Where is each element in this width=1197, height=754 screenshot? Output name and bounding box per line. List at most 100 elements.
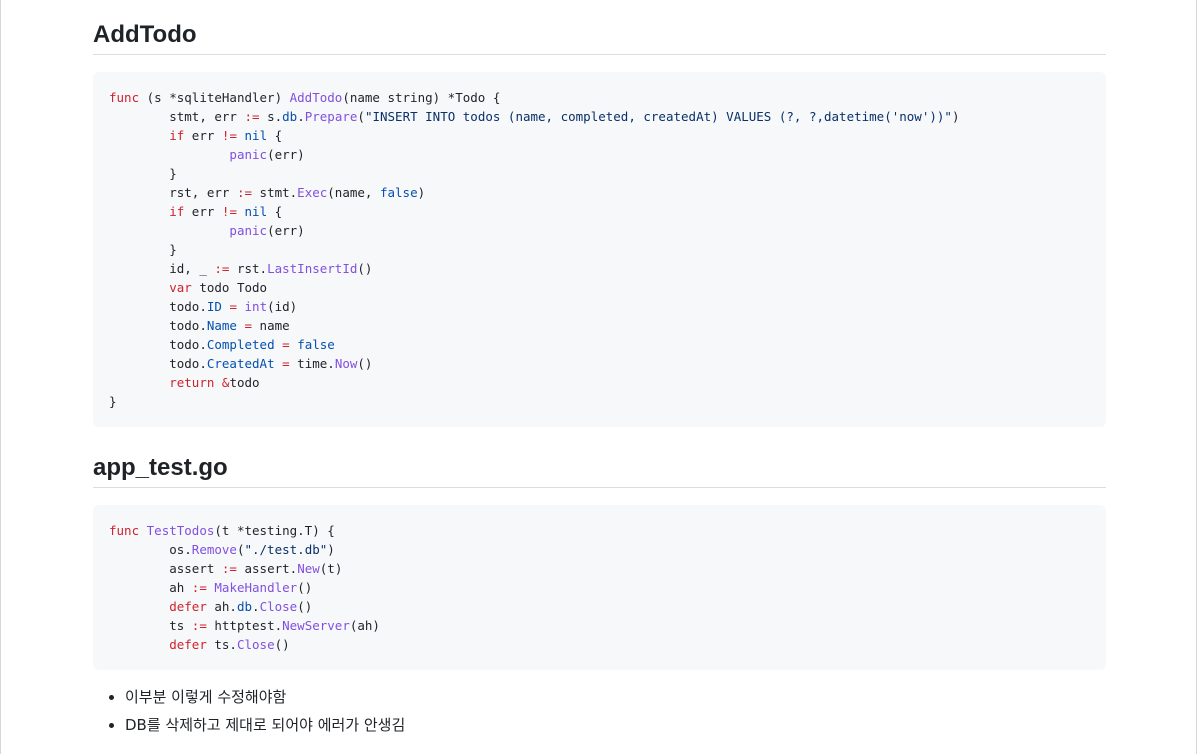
code-text: stmt, err: [109, 109, 245, 124]
code-line: stmt, err := s.db.Prepare("INSERT INTO t…: [109, 109, 959, 124]
code-constant: nil: [244, 128, 268, 143]
code-line: assert := assert.New(t): [109, 561, 342, 576]
code-function: NewServer: [282, 618, 350, 633]
code-keyword: =: [282, 356, 290, 371]
code-text: .: [297, 109, 305, 124]
code-text: time.: [289, 356, 335, 371]
code-constant: false: [379, 185, 418, 200]
code-function: Close: [236, 637, 275, 652]
code-text: ts.: [206, 637, 237, 652]
code-keyword: func: [109, 523, 140, 538]
code-text: stmt.: [252, 185, 298, 200]
code-keyword: :=: [191, 618, 207, 633]
code-function: TestTodos: [146, 523, 215, 538]
code-text: (): [297, 599, 313, 614]
code-function: Now: [334, 356, 358, 371]
code-text: }: [109, 166, 177, 181]
code-line: ah := MakeHandler(): [109, 580, 312, 595]
code-line: ts := httptest.NewServer(ah): [109, 618, 380, 633]
code-text: (s *sqliteHandler): [139, 90, 290, 105]
code-function: int: [244, 299, 268, 314]
code-text: {: [267, 204, 283, 219]
code-text: assert: [109, 561, 222, 576]
code-keyword: var: [169, 280, 192, 295]
code-constant: nil: [244, 204, 268, 219]
section-heading-addtodo: AddTodo: [93, 20, 1106, 55]
document-page: AddTodo func (s *sqliteHandler) AddTodo(…: [0, 0, 1197, 754]
code-text: (: [357, 109, 365, 124]
code-keyword: !=: [221, 204, 237, 219]
code-line: panic(err): [109, 223, 305, 238]
code-text: assert.: [236, 561, 298, 576]
code-text: (): [357, 261, 373, 276]
code-function: MakeHandler: [214, 580, 298, 595]
code-keyword: if: [169, 204, 185, 219]
code-text: err: [184, 204, 222, 219]
code-line: rst, err := stmt.Exec(name, false): [109, 185, 425, 200]
code-line: panic(err): [109, 147, 305, 162]
code-line: if err != nil {: [109, 204, 282, 219]
code-text: }: [109, 242, 177, 257]
code-line: id, _ := rst.LastInsertId(): [109, 261, 372, 276]
code-string: "./test.db": [244, 542, 328, 557]
code-line: defer ts.Close(): [109, 637, 290, 652]
code-text: todo.: [109, 299, 207, 314]
code-text: (): [297, 580, 313, 595]
code-keyword: defer: [169, 637, 207, 652]
code-keyword: =: [244, 318, 253, 333]
code-text: todo: [229, 375, 260, 390]
code-text: todo Todo: [191, 280, 268, 295]
code-constant: CreatedAt: [206, 356, 275, 371]
code-text: (t *testing.T) {: [214, 523, 335, 538]
code-function: AddTodo: [289, 90, 343, 105]
code-function: panic: [229, 147, 268, 162]
code-string: "INSERT INTO todos (name, completed, cre…: [364, 109, 952, 124]
code-line: os.Remove("./test.db"): [109, 542, 335, 557]
code-line: if err != nil {: [109, 128, 282, 143]
code-text: ): [951, 109, 960, 124]
code-text: todo.: [109, 318, 207, 333]
code-keyword: =: [282, 337, 290, 352]
code-text: (t): [319, 561, 343, 576]
code-keyword: :=: [191, 580, 207, 595]
code-text: ah.: [206, 599, 237, 614]
code-text: rst.: [229, 261, 268, 276]
code-function: Exec: [297, 185, 328, 200]
code-text: (): [274, 637, 290, 652]
code-line: func TestTodos(t *testing.T) {: [109, 523, 335, 538]
code-line: todo.Completed = false: [109, 337, 335, 352]
code-text: (name,: [327, 185, 380, 200]
code-function: Remove: [191, 542, 237, 557]
code-function: New: [297, 561, 320, 576]
code-line: todo.Name = name: [109, 318, 289, 333]
code-text: id, _: [109, 261, 215, 276]
bullet-list: 이부분 이렇게 수정해야함 DB를 삭제하고 제대로 되어야 에러가 안생김: [93, 683, 1106, 739]
code-text: (id): [267, 299, 298, 314]
code-text: ): [327, 542, 335, 557]
code-keyword: !=: [221, 128, 237, 143]
code-line: func (s *sqliteHandler) AddTodo(name str…: [109, 90, 500, 105]
code-keyword: if: [169, 128, 185, 143]
code-keyword: :=: [214, 261, 230, 276]
code-block-addtodo: func (s *sqliteHandler) AddTodo(name str…: [93, 72, 1106, 427]
code-text: httptest.: [206, 618, 283, 633]
code-text: (err): [267, 223, 305, 238]
code-block-app-test: func TestTodos(t *testing.T) { os.Remove…: [93, 505, 1106, 670]
code-keyword: defer: [169, 599, 207, 614]
code-function: LastInsertId: [267, 261, 358, 276]
code-text: (name string) *Todo {: [342, 90, 501, 105]
code-line: defer ah.db.Close(): [109, 599, 312, 614]
code-constant: false: [297, 337, 335, 352]
code-text: (err): [267, 147, 305, 162]
code-line: }: [109, 394, 117, 409]
code-constant: db: [236, 599, 253, 614]
